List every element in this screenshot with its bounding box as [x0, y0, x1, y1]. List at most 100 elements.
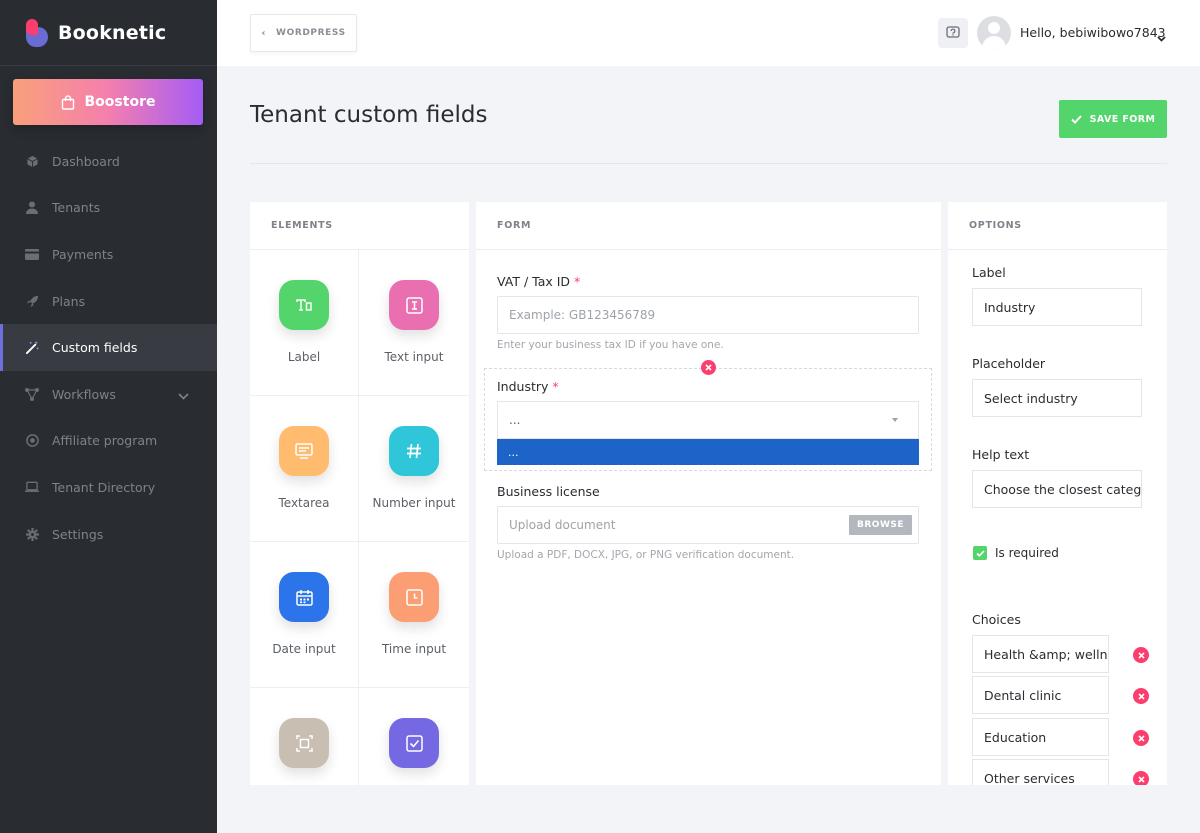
business-license-upload[interactable]: Upload document BROWSE	[497, 506, 919, 544]
panel-heading: FORM	[476, 202, 941, 250]
choice-input[interactable]: Education	[972, 718, 1109, 756]
sidebar-item-label: Payments	[52, 246, 114, 262]
sidebar-item-affiliate-program[interactable]: Affiliate program	[0, 418, 217, 465]
option-help-title: Help text	[972, 447, 1030, 462]
sidebar-item-payments[interactable]: Payments	[0, 231, 217, 278]
element-name: Label	[287, 350, 321, 364]
elements-panel: ELEMENTS Label Text input Textarea Numbe…	[250, 202, 469, 785]
element-file-input[interactable]	[250, 688, 359, 785]
industry-option[interactable]: ...	[497, 439, 919, 465]
browse-button[interactable]: BROWSE	[849, 515, 912, 535]
element-name: Time input	[381, 642, 447, 656]
business-license-label[interactable]: Business license	[497, 484, 600, 499]
elements-grid: Label Text input Textarea Number input D…	[250, 250, 469, 785]
clock-icon	[389, 572, 439, 622]
page-title: Tenant custom fields	[250, 102, 488, 128]
nodes-icon	[25, 387, 39, 401]
close-icon	[705, 364, 712, 371]
help-icon	[946, 26, 960, 38]
form-panel: FORM VAT / Tax ID * Example: GB123456789 …	[476, 202, 941, 785]
shopping-bag-icon	[61, 94, 74, 110]
is-required-label[interactable]: Is required	[995, 546, 1059, 560]
user-greeting[interactable]: Hello, bebiwibowo7843	[1020, 25, 1166, 40]
choice-value: Other services	[984, 770, 1075, 786]
sidebar-item-plans[interactable]: Plans	[0, 278, 217, 325]
checkbox-icon	[389, 718, 439, 768]
industry-label[interactable]: Industry *	[497, 379, 559, 394]
sidebar-item-tenants[interactable]: Tenants	[0, 185, 217, 232]
sidebar-item-workflows[interactable]: Workflows	[0, 371, 217, 418]
chevron-down-icon[interactable]	[1157, 27, 1166, 46]
check-icon	[1070, 114, 1082, 124]
element-textarea[interactable]: Textarea	[250, 396, 359, 542]
option-placeholder-title: Placeholder	[972, 356, 1046, 371]
choice-input[interactable]: Health &amp; wellness	[972, 635, 1109, 673]
vat-label[interactable]: VAT / Tax ID *	[497, 274, 580, 289]
boostore-label: Boostore	[84, 94, 156, 110]
save-form-label: SAVE FORM	[1089, 113, 1156, 125]
sidebar-item-label: Tenant Directory	[52, 479, 156, 495]
element-label[interactable]: Label	[250, 250, 359, 396]
element-text-input[interactable]: Text input	[359, 250, 469, 396]
label-field[interactable]: Industry	[972, 288, 1142, 326]
sidebar-item-label: Settings	[52, 526, 104, 542]
sidebar-item-custom-fields[interactable]: Custom fields	[0, 324, 217, 371]
cube-icon	[25, 154, 39, 168]
placeholder-field[interactable]: Select industry	[972, 379, 1142, 417]
avatar[interactable]	[977, 16, 1011, 50]
element-name: Date input	[272, 642, 336, 656]
chevron-down-icon[interactable]	[178, 388, 189, 403]
sidebar-nav: Dashboard Tenants Payments Plans Custom …	[0, 138, 217, 557]
sidebar-item-tenant-directory[interactable]: Tenant Directory	[0, 464, 217, 511]
top-header: ‹ WORDPRESS Hello, bebiwibowo7843	[217, 0, 1200, 66]
help-button[interactable]	[938, 18, 968, 48]
booknetic-logo-icon	[26, 18, 48, 47]
remove-field-button[interactable]	[701, 360, 716, 375]
panel-heading: ELEMENTS	[250, 202, 469, 250]
boostore-button[interactable]: Boostore	[13, 79, 203, 125]
chevron-left-icon: ‹	[261, 27, 267, 39]
sidebar-item-label: Plans	[52, 293, 86, 309]
brand[interactable]: Booknetic	[0, 0, 217, 66]
back-label: WORDPRESS	[276, 28, 346, 38]
remove-choice-button[interactable]	[1133, 647, 1149, 663]
close-icon	[1137, 734, 1145, 742]
element-name: Textarea	[278, 496, 330, 510]
remove-choice-button[interactable]	[1133, 730, 1149, 746]
rocket-icon	[25, 294, 39, 308]
vat-input[interactable]: Example: GB123456789	[497, 296, 919, 334]
help-text-field-value: Choose the closest category	[984, 481, 1142, 497]
element-number-input[interactable]: Number input	[359, 396, 469, 542]
element-time-input[interactable]: Time input	[359, 542, 469, 688]
help-text-field[interactable]: Choose the closest category	[972, 470, 1142, 508]
industry-select[interactable]: ...	[497, 401, 919, 439]
back-to-wordpress-button[interactable]: ‹ WORDPRESS	[250, 14, 357, 52]
panel-heading: OPTIONS	[948, 202, 1167, 250]
close-icon	[1137, 775, 1145, 783]
sidebar-item-settings[interactable]: Settings	[0, 511, 217, 558]
element-name: Number input	[372, 496, 456, 510]
license-help-text: Upload a PDF, DOCX, JPG, or PNG verifica…	[497, 549, 795, 561]
save-form-button[interactable]: SAVE FORM	[1059, 100, 1167, 138]
sidebar-item-label: Affiliate program	[52, 433, 158, 449]
sidebar-item-label: Workflows	[52, 386, 116, 402]
element-date-input[interactable]: Date input	[250, 542, 359, 688]
close-icon	[1137, 651, 1145, 659]
user-icon	[25, 201, 39, 215]
element-checkbox[interactable]	[359, 688, 469, 785]
text-input-element-icon	[389, 280, 439, 330]
check-icon	[975, 549, 985, 557]
field-label-text: Industry	[497, 379, 549, 394]
remove-choice-button[interactable]	[1133, 688, 1149, 704]
sidebar-item-label: Custom fields	[52, 340, 138, 356]
choice-input[interactable]: Other services	[972, 759, 1109, 785]
options-panel: OPTIONS Label Industry Placeholder Selec…	[948, 202, 1167, 785]
sidebar-item-dashboard[interactable]: Dashboard	[0, 138, 217, 185]
choice-input[interactable]: Dental clinic	[972, 676, 1109, 714]
required-mark: *	[574, 274, 581, 289]
upload-placeholder: Upload document	[509, 518, 616, 532]
file-frame-icon	[279, 718, 329, 768]
remove-choice-button[interactable]	[1133, 771, 1149, 785]
is-required-checkbox[interactable]	[973, 546, 987, 560]
label-element-icon	[279, 280, 329, 330]
